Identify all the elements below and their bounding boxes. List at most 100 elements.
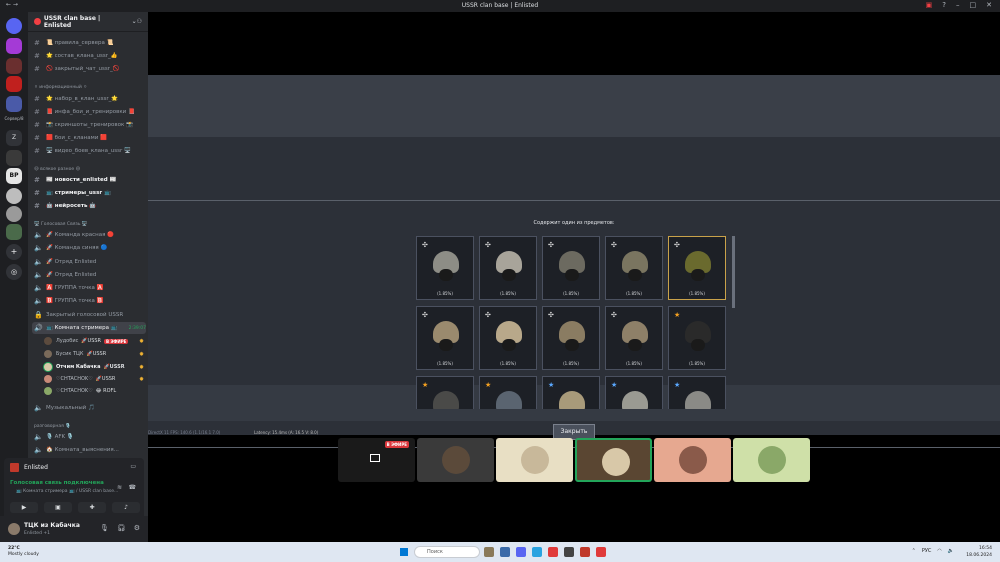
- weather-widget[interactable]: 22°C Mostly cloudy: [8, 546, 39, 558]
- participant-tile[interactable]: [575, 438, 652, 482]
- taskbar-clock[interactable]: 16:54 18.06.2024: [966, 545, 992, 559]
- language-indicator[interactable]: РУС: [922, 548, 932, 554]
- add-server-icon[interactable]: +: [6, 244, 22, 260]
- telegram-icon[interactable]: [532, 547, 542, 557]
- voice-channel[interactable]: 🔈 🚀 Команда синяя 🔵: [34, 242, 146, 254]
- server-icon[interactable]: [6, 224, 22, 240]
- wifi-icon[interactable]: ◠: [937, 548, 941, 554]
- stream-tile[interactable]: В ЭФИРЕ: [338, 438, 415, 482]
- voice-channel[interactable]: 🔈 🚀 Отряд Enlisted: [34, 256, 146, 268]
- invite-icon[interactable]: ⚇: [137, 18, 142, 25]
- channel-item[interactable]: # 🟥 бои_с_кланами 🟥: [34, 132, 146, 144]
- server-header[interactable]: USSR clan base | Enlisted ⌄ ⚇: [28, 12, 148, 32]
- game-activity[interactable]: Enlisted: [10, 463, 48, 472]
- voice-channel[interactable]: 🔈 🚀 Отряд Enlisted: [34, 269, 146, 281]
- server-icon[interactable]: [6, 38, 22, 54]
- item-slot[interactable]: ✣ (1.85%): [605, 306, 663, 370]
- server-icon[interactable]: [6, 58, 22, 74]
- voice-channel[interactable]: 🔒 Закрытый голосовой USSR: [34, 309, 146, 321]
- item-slot[interactable]: ★: [605, 376, 663, 409]
- item-slot[interactable]: ✣ (1.85%): [416, 236, 474, 300]
- server-icon[interactable]: [6, 206, 22, 222]
- windows-start-icon[interactable]: [400, 548, 408, 556]
- discover-icon[interactable]: ◎: [6, 264, 22, 280]
- channel-item[interactable]: # 🚫 закрытый_чат_ussr_🚫: [34, 63, 146, 75]
- voice-channel[interactable]: 🔈 Музыкальный 🎵: [34, 402, 146, 414]
- username[interactable]: ТЦК из Кабачка: [24, 522, 80, 529]
- item-slot[interactable]: ✣ (1.85%): [416, 306, 474, 370]
- item-slot[interactable]: ✣ (1.85%): [668, 236, 726, 300]
- channel-item[interactable]: # 🌟 набор_в_клан_ussr_🌟: [34, 93, 146, 105]
- server-icon[interactable]: [6, 188, 22, 204]
- voice-user[interactable]: ♡CHTACHOK♡ 😂 ROFL: [44, 385, 144, 397]
- server-icon[interactable]: [6, 76, 22, 92]
- channel-item[interactable]: # 🌟 состав_клана_ussr_👍: [34, 50, 146, 62]
- yandex-icon[interactable]: [596, 547, 606, 557]
- inbox-icon[interactable]: ▣: [926, 1, 933, 9]
- minimize-button[interactable]: –: [956, 1, 960, 9]
- participant-tile[interactable]: [496, 438, 573, 482]
- server-icon[interactable]: [6, 150, 22, 166]
- channel-item[interactable]: # 🤖 нейросеть 🤖: [34, 200, 146, 212]
- volume-icon[interactable]: 🔈: [948, 548, 954, 554]
- voice-user[interactable]: ♡CHTACHOK♡ 🚀USSR ✸: [44, 373, 144, 385]
- server-icon[interactable]: [6, 96, 22, 112]
- camera-button[interactable]: ▶: [10, 502, 38, 513]
- maximize-button[interactable]: □: [970, 1, 977, 9]
- active-voice-channel[interactable]: 🔊 📺 Комната стримера 📺 2:39:07: [32, 322, 146, 334]
- taskbar-search[interactable]: Поиск: [414, 546, 480, 558]
- item-slot[interactable]: ✣ (1.85%): [542, 236, 600, 300]
- channel-item[interactable]: # 📕 инфа_бои_и_тренировки 📕: [34, 106, 146, 118]
- voice-channel[interactable]: 🔈 🚀 Команда красная 🔴: [34, 229, 146, 241]
- app-icon[interactable]: [500, 547, 510, 557]
- help-icon[interactable]: ?: [942, 1, 946, 9]
- item-slot[interactable]: ✣ (1.85%): [479, 236, 537, 300]
- voice-channel[interactable]: 🔈 🅱️ ГРУППА точка 🅱️: [34, 295, 146, 307]
- channel-item[interactable]: # 📺 стримеры_ussr 📺: [34, 187, 146, 199]
- item-slot[interactable]: ✣ (1.85%): [605, 236, 663, 300]
- channel-item[interactable]: # 📜 правила_сервера 📜: [34, 37, 146, 49]
- discord-home-icon[interactable]: [6, 18, 22, 34]
- close-button[interactable]: ✕: [986, 1, 992, 9]
- voice-connected-status[interactable]: Голосовая связь подключена: [10, 480, 104, 486]
- yandex-icon[interactable]: [548, 547, 558, 557]
- server-icon[interactable]: BP: [6, 168, 22, 184]
- item-slot[interactable]: ✣ (1.85%): [542, 306, 600, 370]
- item-slot[interactable]: ★: [542, 376, 600, 409]
- item-slot[interactable]: ★: [416, 376, 474, 409]
- stream-view[interactable]: Содержит один из предметов: ✣ (1.85%) ✣ (1.…: [148, 12, 1000, 542]
- item-slot[interactable]: ★ (1.85%): [668, 306, 726, 370]
- discord-icon[interactable]: [516, 547, 526, 557]
- microphone-icon[interactable]: 🎙︎: [100, 524, 109, 532]
- voice-connected-channel[interactable]: 📺 Комната стримера 📺 / USSR clan base...: [16, 489, 118, 494]
- app-icon[interactable]: [484, 547, 494, 557]
- category-info[interactable]: ⚪ информационный ⚪: [34, 81, 146, 93]
- headphones-icon[interactable]: 🎧︎: [117, 524, 126, 532]
- item-slot[interactable]: ✣ (1.85%): [479, 306, 537, 370]
- voice-user[interactable]: Бусик ТЦК 🚀USSR ✸: [44, 348, 144, 360]
- overlay-icon[interactable]: ▭: [130, 463, 136, 470]
- channel-item[interactable]: # 🖥️ видео_боев_клана_ussr 🖥️: [34, 145, 146, 157]
- app-icon[interactable]: [564, 547, 574, 557]
- noise-suppression-icon[interactable]: ≋: [117, 484, 122, 491]
- item-slot[interactable]: ★: [668, 376, 726, 409]
- avatar[interactable]: [8, 523, 20, 535]
- disconnect-icon[interactable]: ☎: [129, 484, 136, 491]
- voice-channel[interactable]: 🔈 🎙️ AFK 🎙️: [34, 431, 146, 443]
- server-icon[interactable]: Z: [6, 130, 22, 146]
- participant-tile[interactable]: [733, 438, 810, 482]
- chevron-up-icon[interactable]: ⌃: [912, 548, 916, 554]
- voice-user[interactable]: Отчим Кабачка 🚀USSR ✸: [44, 361, 144, 373]
- activities-button[interactable]: ✚: [78, 502, 106, 513]
- participant-tile[interactable]: [417, 438, 494, 482]
- enlisted-icon[interactable]: [580, 547, 590, 557]
- item-slot[interactable]: ★: [479, 376, 537, 409]
- voice-user[interactable]: Лудобис 🚀USSR В ЭФИРЕ ✸: [44, 335, 144, 347]
- voice-channel[interactable]: 🔈 🏠 Комната_выяснения...: [34, 444, 146, 456]
- channel-item[interactable]: # 📸 скриншоты_тренировок 📸: [34, 119, 146, 131]
- voice-channel[interactable]: 🔈 🅰️ ГРУППА точка 🅰️: [34, 282, 146, 294]
- channel-item[interactable]: # 📰 новости_enlisted 📰: [34, 174, 146, 186]
- screen-share-button[interactable]: ▣: [44, 502, 72, 513]
- soundboard-button[interactable]: ♪: [112, 502, 140, 513]
- participant-tile[interactable]: [654, 438, 731, 482]
